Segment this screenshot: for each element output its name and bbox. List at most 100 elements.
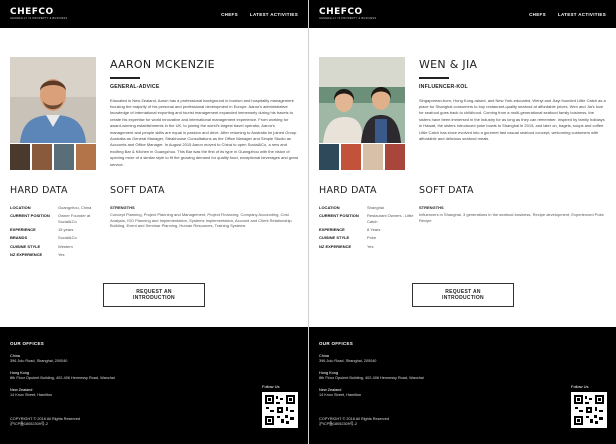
thumbnail-row — [10, 144, 96, 170]
hard-data-row: CURRENT POSITION Restaurant Owners - Litt… — [319, 213, 419, 223]
request-introduction-button[interactable]: REQUEST AN INTRODUCTION — [103, 283, 205, 307]
office-china: China 396 Julu Road, Shanghai, 200040 — [319, 354, 607, 364]
hard-data-value: Restaurant Owners - Little Catch — [367, 213, 414, 224]
follow-us: Follow Us — [262, 384, 298, 428]
nav-latest-activities[interactable]: LATEST ACTIVITIES — [250, 12, 298, 17]
logo[interactable]: CHEFCO GENERALLY IS PROPERTY & BUSINESS — [319, 6, 377, 21]
strengths-label: STRENGTHS — [110, 205, 135, 210]
hard-data-value: 8 Years — [367, 226, 381, 232]
profile-section: AARON MCKENZIE GENERAL-ADVICE Educated i… — [0, 28, 308, 176]
hard-data-value: Yes — [367, 243, 374, 249]
chef-name: WEN & JIA — [419, 58, 478, 71]
follow-us: Follow Us — [571, 384, 607, 428]
hard-data-key: BRANDS — [10, 235, 28, 241]
page: CHEFCO GENERALLY IS PROPERTY & BUSINESS … — [0, 0, 616, 444]
hard-data-row: LOCATION Shanghai — [319, 205, 419, 210]
office-address: 14 Knox Street, Hamilton — [10, 393, 53, 397]
top-navigation-bar: CHEFCO GENERALLY IS PROPERTY & BUSINESS … — [309, 0, 616, 28]
soft-data-title: SOFT DATA — [419, 185, 474, 196]
main-nav: CHEFS LATEST ACTIVITIES — [221, 12, 298, 17]
qr-code-icon — [571, 392, 607, 428]
strengths-text: Concept Planning, Project Planning and M… — [110, 212, 292, 229]
hard-data-value: Yes — [58, 252, 65, 258]
thumbnail-photo[interactable] — [10, 144, 30, 170]
thumbnail-photo[interactable] — [363, 144, 383, 170]
hard-data-row: NZ EXPERIENCE Yes — [10, 252, 110, 257]
chef-portrait-photo[interactable] — [319, 57, 405, 143]
hard-data-row: CURRENT POSITION Owner Founder at Social&… — [10, 213, 110, 223]
hard-data-value: 15 years — [58, 226, 74, 232]
chef-role: INFLUENCER-KOL — [419, 83, 468, 90]
hard-data-key: NZ EXPERIENCE — [10, 252, 43, 258]
logo-text: CHEFCO — [10, 6, 54, 17]
office-hong-kong: Hong Kong 8th Floor Opulent Building, 402… — [319, 371, 607, 381]
thumbnail-photo[interactable] — [319, 144, 339, 170]
hard-data-key: LOCATION — [319, 205, 340, 210]
hard-data-row: CUISINE STYLE Western — [10, 244, 110, 249]
icp-license[interactable]: 沪ICP备18052309号-2 — [319, 422, 389, 427]
request-introduction-button[interactable]: REQUEST AN INTRODUCTION — [412, 283, 514, 307]
photo-gallery — [319, 57, 405, 176]
hard-data-row: EXPERIENCE 15 years — [10, 227, 110, 232]
chef-name: AARON MCKENZIE — [110, 58, 215, 71]
hard-data-value: Poke — [367, 235, 377, 241]
office-china: China 396 Julu Road, Shanghai, 200040 — [10, 354, 298, 364]
thumbnail-photo[interactable] — [32, 144, 52, 170]
hard-data-value: Shanghai — [367, 205, 384, 210]
hard-data-value: Guangzhou, China — [58, 205, 92, 210]
thumbnail-photo[interactable] — [76, 144, 96, 170]
office-new-zealand: New Zealand 14 Knox Street, Hamilton — [319, 388, 607, 398]
hard-data-key: CURRENT POSITION — [319, 213, 359, 219]
hard-data-key: EXPERIENCE — [10, 226, 36, 232]
offices-title: OUR OFFICES — [319, 341, 354, 346]
chef-portrait-photo[interactable] — [10, 57, 96, 143]
hard-data: HARD DATA LOCATION Shanghai CURRENT POSIT… — [319, 185, 419, 252]
nav-latest-activities[interactable]: LATEST ACTIVITIES — [558, 12, 606, 17]
offices-title: OUR OFFICES — [10, 341, 45, 346]
soft-data: SOFT DATA STRENGTHS Influencers in Shang… — [419, 185, 606, 252]
office-address: 396 Julu Road, Shanghai, 200040 — [319, 359, 377, 363]
photo-gallery — [10, 57, 96, 176]
thumbnail-photo[interactable] — [385, 144, 405, 170]
hard-data-value: Owner Founder at Social&Co — [58, 213, 91, 224]
profile-page-aaron: CHEFCO GENERALLY IS PROPERTY & BUSINESS … — [0, 0, 308, 444]
office-address: 8th Floor Opulent Building, 402-406 Henn… — [10, 376, 115, 380]
data-section: HARD DATA LOCATION Guangzhou, China CURRE… — [0, 176, 308, 261]
strengths-text: Influencers in Shanghai, 3 generations i… — [419, 212, 604, 223]
thumbnail-photo[interactable] — [341, 144, 361, 170]
qr-code-icon — [262, 392, 298, 428]
office-hong-kong: Hong Kong 8th Floor Opulent Building, 402… — [10, 371, 298, 381]
nav-chefs[interactable]: CHEFS — [529, 12, 546, 17]
hard-data-row: EXPERIENCE 8 Years — [319, 227, 419, 232]
hard-data-row: CUISINE STYLE Poke — [319, 235, 419, 240]
footer: OUR OFFICES China 396 Julu Road, Shanghai… — [309, 327, 616, 444]
icp-license[interactable]: 沪ICP备18052309号-2 — [10, 422, 80, 427]
logo-tagline: GENERALLY IS PROPERTY & BUSINESS — [319, 16, 377, 20]
follow-us-label: Follow Us — [571, 384, 589, 389]
hard-data-row: BRANDS Social&Co — [10, 235, 110, 240]
hard-data-key: CUISINE STYLE — [319, 235, 350, 241]
cta-wrapper: REQUEST AN INTRODUCTION — [309, 283, 616, 307]
thumbnail-row — [319, 144, 405, 170]
nav-chefs[interactable]: CHEFS — [221, 12, 238, 17]
copyright: COPYRIGHT © 2018 All Rights Reserved 沪ICP… — [319, 417, 389, 427]
thumbnail-photo[interactable] — [54, 144, 74, 170]
bio-column: AARON MCKENZIE GENERAL-ADVICE Educated i… — [110, 57, 298, 176]
hard-data-key: LOCATION — [10, 205, 31, 210]
office-address: 8th Floor Opulent Building, 402-406 Henn… — [319, 376, 424, 380]
data-section: HARD DATA LOCATION Shanghai CURRENT POSIT… — [309, 176, 616, 252]
soft-data-title: SOFT DATA — [110, 185, 165, 196]
hard-data-key: EXPERIENCE — [319, 226, 345, 232]
strengths-label: STRENGTHS — [419, 205, 444, 210]
office-address: 396 Julu Road, Shanghai, 200040 — [10, 359, 68, 363]
logo[interactable]: CHEFCO GENERALLY IS PROPERTY & BUSINESS — [10, 6, 68, 21]
office-new-zealand: New Zealand 14 Knox Street, Hamilton — [10, 388, 298, 398]
hard-data-row: NZ EXPERIENCE Yes — [319, 244, 419, 249]
logo-text: CHEFCO — [319, 6, 363, 17]
office-address: 14 Knox Street, Hamilton — [319, 393, 362, 397]
cta-wrapper: REQUEST AN INTRODUCTION — [0, 283, 308, 307]
hard-data-value: Western — [58, 243, 73, 249]
bio-column: WEN & JIA INFLUENCER-KOL Singaporean-bor… — [419, 57, 606, 176]
soft-data: SOFT DATA STRENGTHS Concept Planning, Pr… — [110, 185, 298, 261]
title-underline — [110, 77, 140, 79]
